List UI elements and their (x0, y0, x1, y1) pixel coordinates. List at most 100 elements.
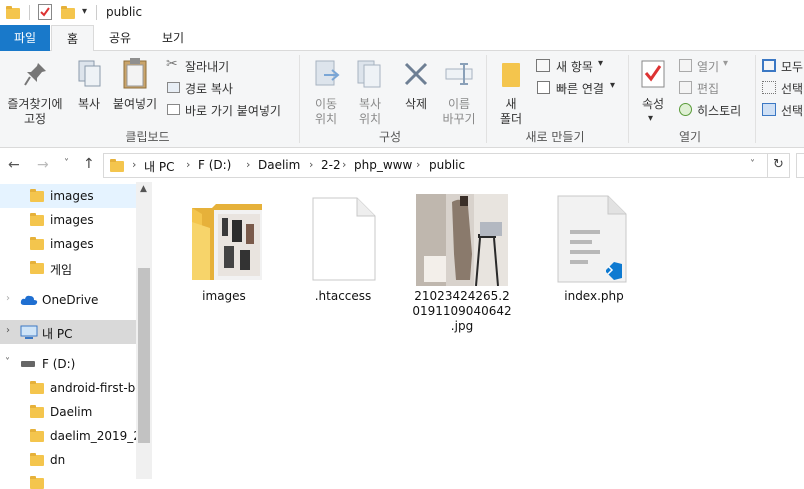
back-arrow-icon[interactable]: ← (8, 157, 20, 173)
copy-path-label: 경로 복사 (185, 82, 233, 96)
move-to-label: 이동 위치 (314, 97, 338, 126)
search-box[interactable] (796, 153, 804, 178)
breadcrumb-drive[interactable]: F (D:) (198, 158, 231, 172)
scroll-up-arrow-icon[interactable]: ▲ (140, 184, 147, 194)
nav-item-images-1[interactable]: images (0, 184, 136, 208)
chevron-down-icon: ▾ (723, 58, 729, 69)
nav-item-games[interactable]: 게임 (0, 256, 136, 280)
file-item-index-php[interactable]: index.php (544, 192, 644, 303)
nav-scrollbar[interactable]: ▲ (136, 182, 152, 479)
chevron-down-icon: ▾ (610, 80, 616, 91)
select-all-button[interactable]: 모두 (761, 57, 804, 75)
recent-locations-chevron-icon[interactable]: ˅ (64, 158, 69, 169)
tab-share[interactable]: 공유 (96, 25, 144, 51)
file-item-images-folder[interactable]: images (174, 192, 274, 303)
tab-file[interactable]: 파일 (0, 25, 50, 51)
address-dropdown-chevron-icon[interactable]: ˅ (750, 159, 755, 170)
group-divider (628, 55, 629, 143)
breadcrumb-php-www[interactable]: php_www (354, 158, 412, 172)
move-to-button[interactable]: 이동 위치 (304, 55, 348, 126)
ribbon: 즐겨찾기에 고정 복사 붙여넣기 ✂ 잘라내기 경로 복사 바로 가기 붙여넣기… (0, 51, 804, 148)
copy-path-button[interactable]: 경로 복사 (166, 79, 266, 97)
chevron-right-icon[interactable]: › (186, 158, 190, 171)
select-none-button[interactable]: 선택 (761, 79, 804, 97)
group-divider (299, 55, 300, 143)
refresh-button[interactable]: ↻ (768, 153, 790, 178)
nav-item-drive-f[interactable]: ˅ F (D:) (0, 352, 136, 376)
blank-file-icon (312, 197, 376, 281)
copy-to-button[interactable]: 복사 위치 (348, 55, 392, 126)
file-item-jpg[interactable]: 21023424265.2 0191109040642 .jpg (412, 192, 512, 342)
up-arrow-icon[interactable]: ↑ (83, 156, 95, 172)
collapse-chevron-icon[interactable]: ˅ (5, 357, 10, 368)
chevron-right-icon[interactable]: › (309, 158, 313, 171)
expand-chevron-icon[interactable]: › (6, 293, 10, 304)
pin-button[interactable]: 즐겨찾기에 고정 (2, 55, 68, 126)
nav-item-onedrive[interactable]: › OneDrive (0, 288, 136, 312)
breadcrumb-2-2[interactable]: 2-2 (321, 158, 341, 172)
open-group-label: 열기 (678, 130, 702, 144)
folder-icon (30, 213, 44, 226)
folder-icon (6, 6, 20, 19)
nav-item-android-first-bo[interactable]: android-first-bo (0, 376, 143, 400)
address-bar[interactable]: › 내 PC › F (D:) › Daelim › 2-2 › php_www… (103, 153, 768, 178)
breadcrumb-this-pc[interactable]: 내 PC (144, 158, 174, 175)
chevron-right-icon[interactable]: › (416, 158, 420, 171)
invert-selection-button[interactable]: 선택 (761, 101, 804, 119)
delete-button[interactable]: 삭제 (396, 55, 436, 125)
new-folder-button[interactable]: 새 폴더 (492, 55, 530, 126)
shortcut-icon (167, 104, 180, 115)
cut-button[interactable]: ✂ 잘라내기 (166, 56, 266, 75)
paste-shortcut-button[interactable]: 바로 가기 붙여넣기 (166, 101, 296, 119)
copy-button[interactable]: 복사 (70, 55, 108, 125)
new-folder-quick-icon[interactable] (61, 6, 75, 19)
new-item-icon (536, 59, 550, 72)
paste-label: 붙여넣기 (112, 97, 158, 111)
nav-item-images-2[interactable]: images (0, 208, 136, 232)
chevron-right-icon[interactable]: › (132, 158, 136, 171)
nav-item-daelim[interactable]: Daelim (0, 400, 136, 424)
folder-icon (110, 159, 124, 172)
folder-icon (30, 189, 44, 202)
nav-item-images-3[interactable]: images (0, 232, 136, 256)
breadcrumb-daelim[interactable]: Daelim (258, 158, 300, 172)
breadcrumb-public[interactable]: public (429, 158, 465, 172)
nav-item-label: 내 PC (42, 327, 73, 341)
easy-access-button[interactable]: 빠른 연결 ▾ (536, 79, 626, 97)
forward-arrow-icon[interactable]: → (37, 157, 49, 173)
file-item-htaccess[interactable]: .htaccess (293, 192, 393, 303)
properties-button[interactable]: 속성 ▾ (634, 55, 672, 125)
paste-button[interactable]: 붙여넣기 (110, 55, 160, 125)
pin-label: 즐겨찾기에 고정 (7, 97, 63, 126)
properties-quick-icon[interactable] (38, 4, 52, 20)
new-folder-icon (502, 63, 520, 87)
folder-icon (30, 261, 44, 274)
nav-item-dn[interactable]: dn (0, 448, 136, 472)
chevron-right-icon[interactable]: › (246, 158, 250, 171)
nav-item-label: images (50, 189, 94, 203)
drive-icon (21, 361, 35, 367)
scrollbar-thumb[interactable] (138, 268, 150, 443)
ribbon-tabs: 파일 홈 공유 보기 (0, 25, 804, 52)
nav-item-this-pc[interactable]: › 내 PC (0, 320, 136, 344)
new-item-button[interactable]: 새 항목 ▾ (536, 57, 621, 75)
nav-item-label: images (50, 213, 94, 227)
nav-item-daelim-2019-2[interactable]: daelim_2019_2 (0, 424, 141, 448)
edit-button[interactable]: 편집 (678, 79, 748, 97)
folder-icon (30, 476, 44, 489)
file-name: images (202, 289, 246, 303)
group-divider (486, 55, 487, 143)
path-icon (167, 82, 180, 93)
tab-view[interactable]: 보기 (148, 25, 198, 51)
nav-item-label: Daelim (50, 405, 93, 419)
tab-home[interactable]: 홈 (51, 25, 94, 52)
rename-button[interactable]: 이름 바꾸기 (438, 55, 480, 126)
customize-quick-access-icon[interactable]: ▾ (82, 6, 87, 17)
open-button[interactable]: 열기 ▾ (678, 57, 748, 75)
chevron-right-icon[interactable]: › (342, 158, 346, 171)
properties-check-icon (641, 60, 665, 88)
delete-x-icon (404, 62, 428, 86)
nav-item-label: android-first-bo (50, 381, 143, 395)
expand-chevron-icon[interactable]: › (6, 325, 10, 336)
history-button[interactable]: 히스토리 (678, 101, 752, 119)
